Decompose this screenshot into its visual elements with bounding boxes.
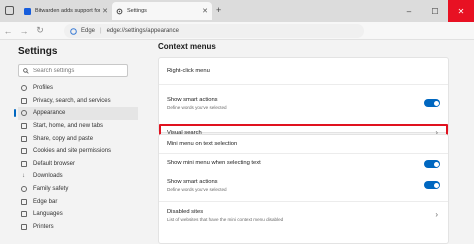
search-box[interactable] (18, 64, 128, 77)
window-controls: – ☐ ✕ (396, 0, 474, 22)
sidebar-item-start-home[interactable]: Start, home, and new tabs (18, 120, 138, 133)
origin-label: Edge (81, 28, 96, 34)
mini-smart-actions-row: Show smart actions Define words you've s… (159, 173, 448, 201)
close-tab-icon[interactable]: ✕ (102, 7, 108, 15)
forward-button[interactable]: → (16, 26, 32, 36)
sidebar-item-family-safety[interactable]: Family safety (18, 183, 138, 196)
tab-title: Settings (127, 8, 147, 14)
disabled-sites-title: Disabled sites (167, 209, 204, 215)
sidebar-item-label: Family safety (33, 186, 69, 193)
lock-icon (20, 97, 27, 104)
settings-content: Context menus Right-click menu Show smar… (140, 40, 474, 244)
sidebar-item-label: Share, copy and paste (33, 135, 94, 142)
gear-icon (116, 8, 123, 14)
sidebar-item-label: Profiles (33, 85, 54, 92)
right-click-menu-card: Right-click menu Show smart actions Defi… (158, 57, 449, 143)
mini-smart-actions-subtitle: Define words you've selected (167, 187, 227, 192)
tab-title: Bitwarden adds support for Sim (35, 8, 101, 14)
sidebar-item-label: Languages (33, 211, 63, 218)
family-icon (20, 186, 27, 193)
sidebar-item-downloads[interactable]: ↓ Downloads (18, 170, 138, 183)
show-smart-actions-toggle[interactable] (424, 99, 440, 107)
sidebar-item-label: Downloads (33, 173, 63, 180)
show-mini-menu-title: Show mini menu when selecting text (167, 160, 261, 166)
page-title: Settings (18, 46, 58, 57)
home-icon (20, 123, 27, 130)
show-smart-actions-row: Show smart actions Define words you've s… (159, 84, 448, 124)
mini-menu-card: Mini menu on text selection Show mini me… (158, 134, 449, 244)
sidebar-item-profiles[interactable]: Profiles (18, 82, 138, 95)
tab-settings[interactable]: Settings ✕ (112, 2, 212, 20)
person-icon (20, 85, 27, 92)
sidebar-item-label: Appearance (33, 110, 66, 117)
minimize-button[interactable]: – (396, 0, 422, 22)
toolbar: ← → ↻ Edge | edge://settings/appearance (0, 22, 474, 40)
disabled-sites-subtitle: List of websites that have the mini cont… (167, 217, 284, 222)
show-smart-actions-title: Show smart actions (167, 97, 218, 103)
cookie-icon (20, 148, 27, 155)
sidebar-item-label: Cookies and site permissions (33, 148, 112, 155)
address-bar[interactable]: Edge | edge://settings/appearance (64, 24, 364, 38)
chevron-right-icon: › (435, 210, 438, 219)
download-icon: ↓ (22, 173, 25, 180)
sidebar-item-default-browser[interactable]: Default browser (18, 158, 138, 171)
mini-smart-actions-title: Show smart actions (167, 179, 218, 185)
search-icon (23, 67, 29, 74)
disabled-sites-row[interactable]: Disabled sites List of websites that hav… (159, 201, 448, 229)
edge-icon (70, 27, 77, 35)
show-mini-menu-toggle[interactable] (424, 160, 440, 168)
sidebar-item-label: Printers (33, 223, 54, 230)
bitwarden-favicon-icon (24, 7, 31, 15)
search-input[interactable] (33, 67, 123, 74)
maximize-button[interactable]: ☐ (422, 0, 448, 22)
appearance-icon (20, 110, 27, 117)
tab-bitwarden[interactable]: Bitwarden adds support for Sim ✕ (20, 2, 112, 20)
browser-icon (20, 160, 27, 167)
refresh-button[interactable]: ↻ (32, 25, 48, 36)
sidebar-item-privacy[interactable]: Privacy, search, and services (18, 95, 138, 108)
sidebar-item-edge-bar[interactable]: Edge bar (18, 195, 138, 208)
printer-icon (20, 223, 27, 230)
close-tab-icon[interactable]: ✕ (202, 7, 208, 15)
show-mini-menu-row: Show mini menu when selecting text (159, 153, 448, 173)
sidebar-item-languages[interactable]: Languages (18, 208, 138, 221)
sidebar-item-label: Edge bar (33, 198, 58, 205)
address-separator: | (100, 28, 102, 34)
mini-menu-heading: Mini menu on text selection (167, 141, 238, 147)
sidebar-item-printers[interactable]: Printers (18, 221, 138, 234)
show-smart-actions-subtitle: Define words you've selected (167, 105, 227, 110)
close-window-button[interactable]: ✕ (448, 0, 474, 22)
mini-smart-actions-toggle[interactable] (424, 181, 440, 189)
sidebar-nav: Profiles Privacy, search, and services A… (14, 82, 138, 234)
section-title: Context menus (158, 42, 216, 51)
share-icon (20, 135, 27, 142)
settings-sidebar: Settings Profiles Privacy, search, and s… (0, 40, 140, 244)
new-tab-button[interactable]: + (216, 5, 221, 15)
right-click-menu-heading: Right-click menu (167, 68, 210, 74)
sidebar-item-appearance[interactable]: Appearance (14, 107, 138, 120)
sidebar-item-label: Start, home, and new tabs (33, 123, 104, 130)
language-icon (20, 211, 27, 218)
sidebar-item-label: Privacy, search, and services (33, 97, 111, 104)
back-button[interactable]: ← (0, 26, 16, 36)
sidebar-item-share[interactable]: Share, copy and paste (18, 132, 138, 145)
sidebar-item-label: Default browser (33, 160, 76, 167)
url-text: edge://settings/appearance (106, 28, 179, 34)
edge-bar-icon (20, 198, 27, 205)
sidebar-item-cookies[interactable]: Cookies and site permissions (18, 145, 138, 158)
tab-actions-icon[interactable] (5, 6, 14, 15)
tab-strip: Bitwarden adds support for Sim ✕ Setting… (0, 0, 474, 22)
